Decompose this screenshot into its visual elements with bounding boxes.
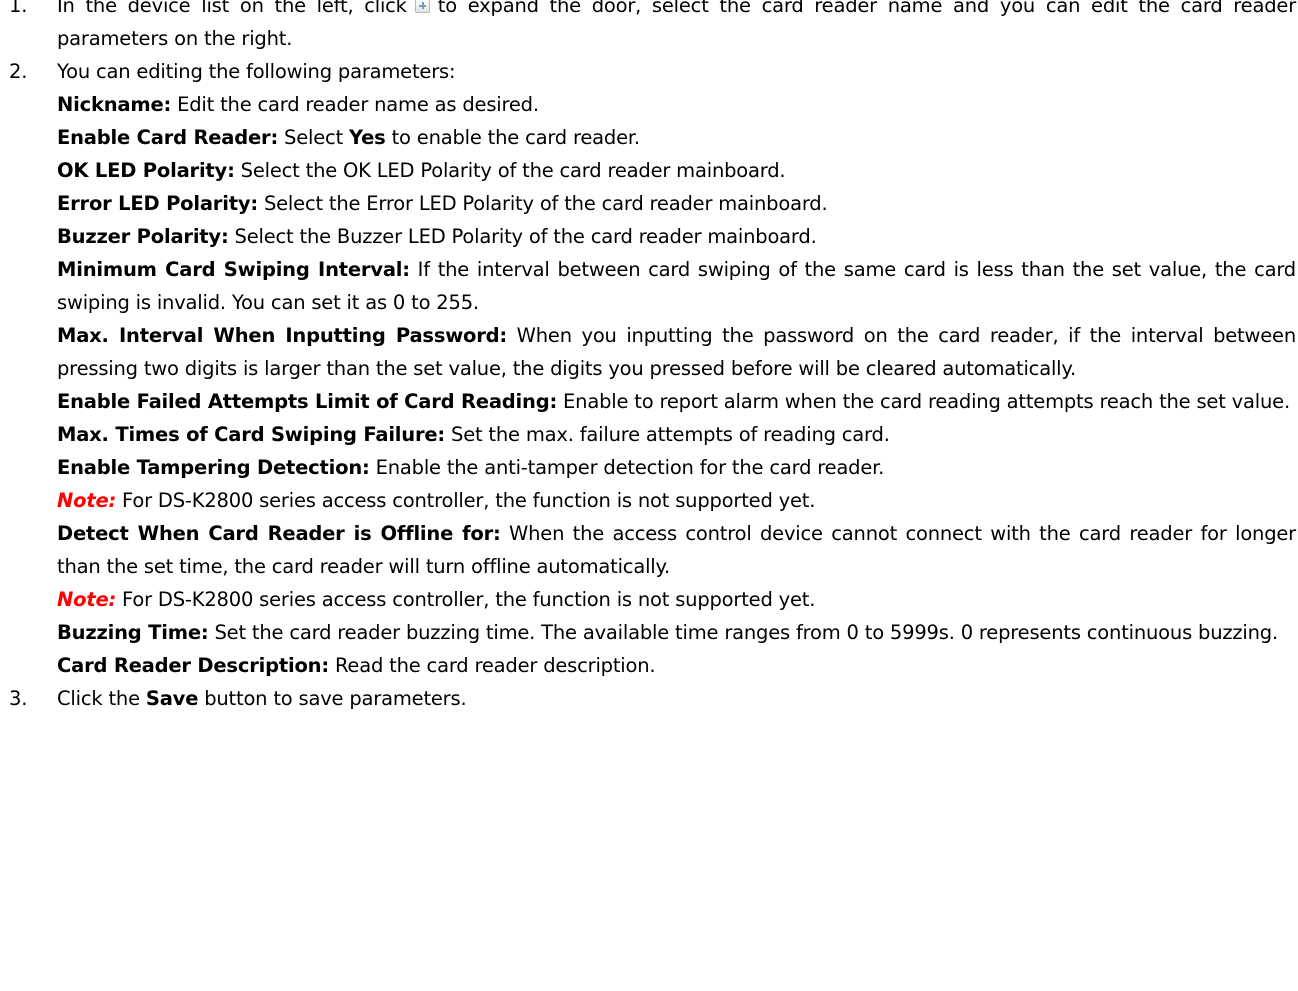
note-text: For DS-K2800 series access controller, t…	[116, 489, 816, 512]
param-desc: Select the Error LED Polarity of the car…	[257, 192, 828, 215]
param-nickname: Nickname: Edit the card reader name as d…	[57, 88, 1296, 121]
param-max-swiping-failure: Max. Times of Card Swiping Failure: Set …	[57, 418, 1296, 451]
step-3: 3. Click the Save button to save paramet…	[0, 682, 1296, 715]
param-emphasis: Yes	[349, 126, 386, 149]
param-enable-card-reader: Enable Card Reader: Select Yes to enable…	[57, 121, 1296, 154]
param-desc: Read the card reader description.	[328, 654, 656, 677]
param-label: Minimum Card Swiping Interval:	[57, 258, 410, 281]
step-2: 2. You can editing the following paramet…	[0, 55, 1296, 682]
param-label: Max. Interval When Inputting Password:	[57, 324, 508, 347]
param-label: Max. Times of Card Swiping Failure:	[57, 423, 446, 446]
param-desc: Edit the card reader name as desired.	[171, 93, 539, 116]
param-label: Error LED Polarity:	[57, 192, 258, 215]
param-min-card-swiping-interval: Minimum Card Swiping Interval: If the in…	[57, 253, 1296, 319]
param-label: Enable Failed Attempts Limit of Card Rea…	[57, 390, 558, 413]
param-desc: Set the card reader buzzing time. The av…	[208, 621, 1278, 644]
note-text: For DS-K2800 series access controller, t…	[116, 588, 816, 611]
expand-plus-icon	[414, 0, 430, 13]
param-label: Buzzing Time:	[57, 621, 209, 644]
param-max-interval-password: Max. Interval When Inputting Password: W…	[57, 319, 1296, 385]
param-desc: Enable to report alarm when the card rea…	[557, 390, 1290, 413]
note-label: Note:	[57, 588, 117, 611]
param-failed-attempts-limit: Enable Failed Attempts Limit of Card Rea…	[57, 385, 1296, 418]
save-emphasis: Save	[145, 687, 199, 710]
note-tampering: Note: For DS-K2800 series access control…	[57, 484, 1296, 517]
param-buzzing-time: Buzzing Time: Set the card reader buzzin…	[57, 616, 1296, 649]
param-label: Enable Tampering Detection:	[57, 456, 370, 479]
step-text: In the device list on the left, click	[57, 0, 407, 17]
note-offline: Note: For DS-K2800 series access control…	[57, 583, 1296, 616]
step-number: 1.	[9, 0, 28, 17]
param-desc: Enable the anti-tamper detection for the…	[369, 456, 885, 479]
param-error-led-polarity: Error LED Polarity: Select the Error LED…	[57, 187, 1296, 220]
param-label: OK LED Polarity:	[57, 159, 235, 182]
param-desc: to enable the card reader.	[385, 126, 641, 149]
param-buzzer-polarity: Buzzer Polarity: Select the Buzzer LED P…	[57, 220, 1296, 253]
step-intro: You can editing the following parameters…	[57, 60, 456, 83]
note-label: Note:	[57, 489, 117, 512]
param-label: Detect When Card Reader is Offline for:	[57, 522, 501, 545]
step-1: 1. In the device list on the left, click…	[0, 0, 1296, 55]
param-card-reader-description: Card Reader Description: Read the card r…	[57, 649, 1296, 682]
param-desc: Set the max. failure attempts of reading…	[445, 423, 890, 446]
document-page: 1. In the device list on the left, click…	[0, 0, 1296, 715]
param-label: Enable Card Reader:	[57, 126, 279, 149]
param-tampering-detection: Enable Tampering Detection: Enable the a…	[57, 451, 1296, 484]
param-label: Nickname:	[57, 93, 172, 116]
step-number: 2.	[9, 60, 28, 83]
param-label: Buzzer Polarity:	[57, 225, 229, 248]
step-text: button to save parameters.	[198, 687, 467, 710]
step-text: Click the	[57, 687, 146, 710]
param-desc: Select	[278, 126, 350, 149]
param-ok-led-polarity: OK LED Polarity: Select the OK LED Polar…	[57, 154, 1296, 187]
param-offline-detect: Detect When Card Reader is Offline for: …	[57, 517, 1296, 583]
param-desc: Select the Buzzer LED Polarity of the ca…	[228, 225, 817, 248]
step-number: 3.	[9, 687, 28, 710]
param-desc: Select the OK LED Polarity of the card r…	[234, 159, 786, 182]
param-label: Card Reader Description:	[57, 654, 329, 677]
